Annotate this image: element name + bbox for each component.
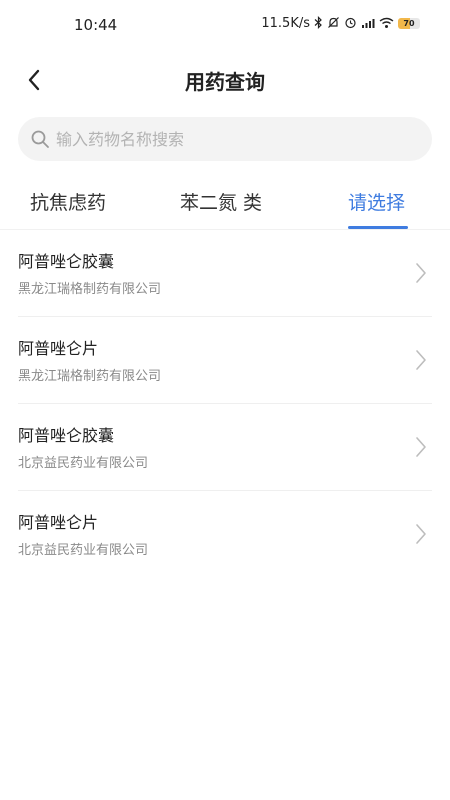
active-tab-indicator [348, 226, 408, 229]
drug-name: 阿普唑仑片 [18, 339, 99, 358]
status-time: 10:44 [74, 16, 118, 34]
list-item[interactable]: 阿普唑仑片 黑龙江瑞格制药有限公司 [18, 317, 432, 404]
drug-manufacturer: 黑龙江瑞格制药有限公司 [18, 369, 162, 384]
search-bar[interactable] [18, 117, 432, 161]
search-icon [31, 130, 49, 148]
drug-manufacturer: 黑龙江瑞格制药有限公司 [18, 282, 162, 297]
drug-name: 阿普唑仑片 [18, 513, 99, 532]
chevron-right-icon [416, 350, 426, 370]
drug-manufacturer: 北京益民药业有限公司 [18, 543, 149, 558]
chevron-right-icon [416, 524, 426, 544]
tab-please-select[interactable]: 请选择 [348, 188, 405, 215]
list-item[interactable]: 阿普唑仑胶囊 北京益民药业有限公司 [18, 404, 432, 491]
tab-benzodiazepines[interactable]: 苯二氮 类 [180, 188, 262, 215]
list-item[interactable]: 阿普唑仑胶囊 黑龙江瑞格制药有限公司 [18, 230, 432, 317]
category-tabs: 抗焦虑药 苯二氮 类 请选择 [0, 180, 450, 230]
battery-level: 70 [403, 19, 415, 28]
mute-icon [327, 16, 340, 31]
bluetooth-icon [314, 16, 323, 31]
status-bar: 10:44 11.5K/s 70 [0, 0, 450, 52]
tab-anxiolytics[interactable]: 抗焦虑药 [30, 188, 106, 215]
hd-signal-icon [361, 17, 375, 31]
net-speed: 11.5K/s [261, 16, 310, 31]
wifi-icon [379, 17, 394, 31]
chevron-right-icon [416, 263, 426, 283]
drug-manufacturer: 北京益民药业有限公司 [18, 456, 149, 471]
page-title: 用药查询 [185, 70, 265, 94]
chevron-right-icon [416, 437, 426, 457]
battery-icon: 70 [398, 18, 420, 29]
alarm-icon [344, 16, 357, 31]
search-input[interactable] [56, 129, 396, 149]
status-icons: 11.5K/s 70 [261, 16, 420, 31]
drug-list: 阿普唑仑胶囊 黑龙江瑞格制药有限公司 阿普唑仑片 黑龙江瑞格制药有限公司 阿普唑… [0, 230, 450, 578]
list-item[interactable]: 阿普唑仑片 北京益民药业有限公司 [18, 491, 432, 578]
drug-name: 阿普唑仑胶囊 [18, 426, 115, 445]
nav-bar: 用药查询 [0, 52, 450, 108]
drug-name: 阿普唑仑胶囊 [18, 252, 115, 271]
